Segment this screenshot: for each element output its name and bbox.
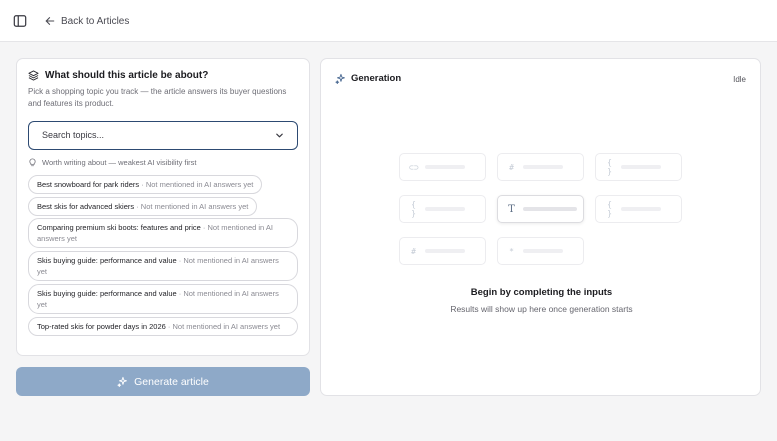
topic-suggestion-chip[interactable]: Skis buying guide: performance and value… — [28, 284, 298, 314]
empty-state-title: Begin by completing the inputs — [470, 287, 613, 298]
generation-status: Idle — [733, 75, 746, 84]
back-to-articles-link[interactable]: Back to Articles — [45, 14, 129, 28]
topic-search-placeholder: Search topics... — [42, 130, 105, 140]
generate-article-button[interactable]: Generate article — [16, 367, 310, 396]
sparkles-icon — [335, 73, 345, 84]
generation-heading: Generation — [335, 73, 401, 84]
placeholder-bar — [523, 207, 577, 211]
layers-icon — [28, 70, 39, 81]
arrow-left-icon — [45, 17, 55, 25]
placeholder-bar — [425, 165, 465, 169]
empty-state-subtitle: Results will show up here once generatio… — [450, 304, 633, 314]
topic-suggestion-chip[interactable]: Best skis for advanced skiers · Not ment… — [28, 197, 258, 216]
placeholder-bar — [621, 207, 661, 211]
topic-hint-text: Worth writing about — weakest AI visibil… — [42, 158, 197, 167]
placeholder-tile: { } — [399, 195, 486, 223]
chevron-down-icon — [276, 133, 283, 138]
suggestion-visibility-note: · Not mentioned in AI answers yet — [141, 180, 254, 189]
suggestion-visibility-note: · Not mentioned in AI answers yet — [136, 202, 249, 211]
panel-left-icon[interactable] — [13, 14, 27, 28]
sparkles-icon — [117, 376, 128, 387]
placeholder-tile: # — [399, 237, 486, 265]
suggestion-label: Comparing premium ski boots: features an… — [37, 223, 201, 232]
placeholder-tile: ⊂⊃ — [399, 153, 486, 181]
placeholder-tile: * — [497, 237, 584, 265]
topic-suggestion-chip[interactable]: Skis buying guide: performance and value… — [28, 251, 298, 281]
generation-title: Generation — [351, 73, 402, 84]
generation-panel: Generation Idle ⊂⊃ # { } { } T { } # * B… — [320, 58, 761, 396]
asterisk-glyph-icon: * — [509, 246, 514, 256]
placeholder-bar — [621, 165, 661, 169]
placeholder-tile: # — [497, 153, 584, 181]
suggestion-visibility-note: · Not mentioned in AI answers yet — [167, 322, 281, 331]
topic-search-select[interactable]: Search topics... — [28, 121, 298, 150]
placeholder-bar — [523, 165, 563, 169]
topic-suggestion-chip[interactable]: Top-rated skis for powder days in 2026 ·… — [28, 317, 298, 336]
placeholder-tile: { } — [595, 195, 682, 223]
suggestion-label: Skis buying guide: performance and value — [37, 289, 177, 298]
hash-glyph-icon: # — [509, 162, 514, 172]
suggestion-label: Skis buying guide: performance and value — [37, 256, 177, 265]
topic-card: What should this article be about? Pick … — [16, 58, 310, 356]
topic-suggestion-chip[interactable]: Best snowboard for park riders · Not men… — [28, 175, 263, 194]
topic-description: Pick a shopping topic you track — the ar… — [28, 87, 287, 108]
placeholder-bar — [523, 249, 563, 253]
hash-glyph-icon: # — [411, 246, 416, 256]
braces-glyph-icon: { } — [411, 200, 416, 218]
placeholder-bar — [425, 207, 465, 211]
topic-question-title: What should this article be about? — [45, 70, 209, 81]
text-glyph-icon: T — [508, 203, 515, 215]
placeholder-tile: { } — [595, 153, 682, 181]
braces-glyph-icon: { } — [607, 158, 612, 176]
braces-glyph-icon: { } — [607, 200, 612, 218]
topic-question-heading: What should this article be about? — [28, 70, 208, 81]
placeholder-bar — [425, 249, 465, 253]
lightbulb-icon — [29, 158, 36, 167]
suggestion-label: Best skis for advanced skiers — [37, 202, 135, 211]
toggle-glyph-icon: ⊂⊃ — [409, 162, 419, 172]
back-link-label: Back to Articles — [61, 15, 130, 27]
generate-article-label: Generate article — [134, 375, 209, 388]
topic-hint: Worth writing about — weakest AI visibil… — [28, 158, 197, 167]
suggestion-label: Best snowboard for park riders — [37, 180, 140, 189]
suggestion-label: Top-rated skis for powder days in 2026 — [37, 322, 166, 331]
placeholder-tile-active: T — [497, 195, 584, 223]
top-bar: Back to Articles — [0, 0, 777, 42]
topic-suggestion-chip[interactable]: Comparing premium ski boots: features an… — [28, 218, 298, 248]
